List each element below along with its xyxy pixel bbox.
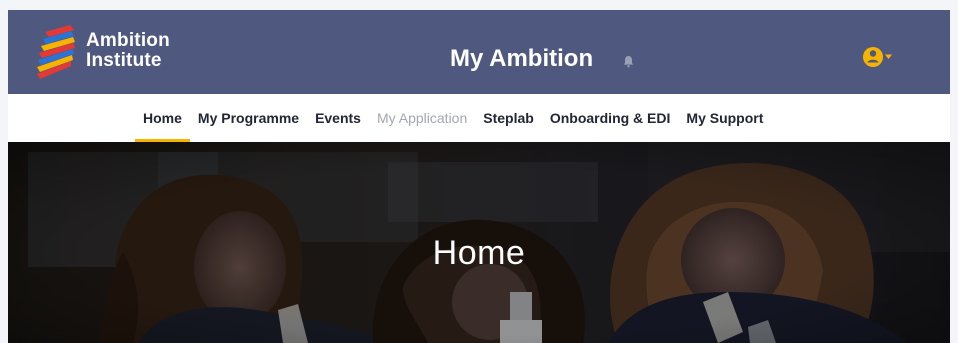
bell-icon[interactable]: [622, 55, 635, 68]
nav-my-support[interactable]: My Support: [678, 94, 771, 142]
page-title: Home: [432, 234, 526, 272]
nav-events[interactable]: Events: [307, 94, 369, 142]
ambition-logo[interactable]: Ambition Institute: [35, 23, 185, 81]
top-header: Ambition Institute My Ambition: [8, 10, 950, 94]
user-icon: [863, 47, 892, 67]
main-nav-bar: Home My Programme Events My Application …: [8, 94, 950, 142]
hero-banner: Home: [8, 142, 950, 343]
app-title: My Ambition: [450, 45, 594, 72]
ambition-stripes-logo-icon: [37, 25, 75, 79]
page: Ambition Institute My Ambition Home My P…: [0, 0, 958, 343]
brand-name-line2: Institute: [86, 50, 162, 71]
brand-name: Ambition Institute: [86, 31, 170, 71]
nav-my-programme[interactable]: My Programme: [190, 94, 307, 142]
caret-down-icon: [885, 54, 892, 59]
nav-onboarding-edi[interactable]: Onboarding & EDI: [542, 94, 679, 142]
account-menu-button[interactable]: [861, 42, 901, 72]
brand-name-line1: Ambition: [86, 30, 170, 51]
nav-steplab[interactable]: Steplab: [475, 94, 542, 142]
main-nav: Home My Programme Events My Application …: [135, 94, 771, 142]
nav-my-application: My Application: [376, 110, 468, 126]
nav-home[interactable]: Home: [135, 94, 190, 142]
